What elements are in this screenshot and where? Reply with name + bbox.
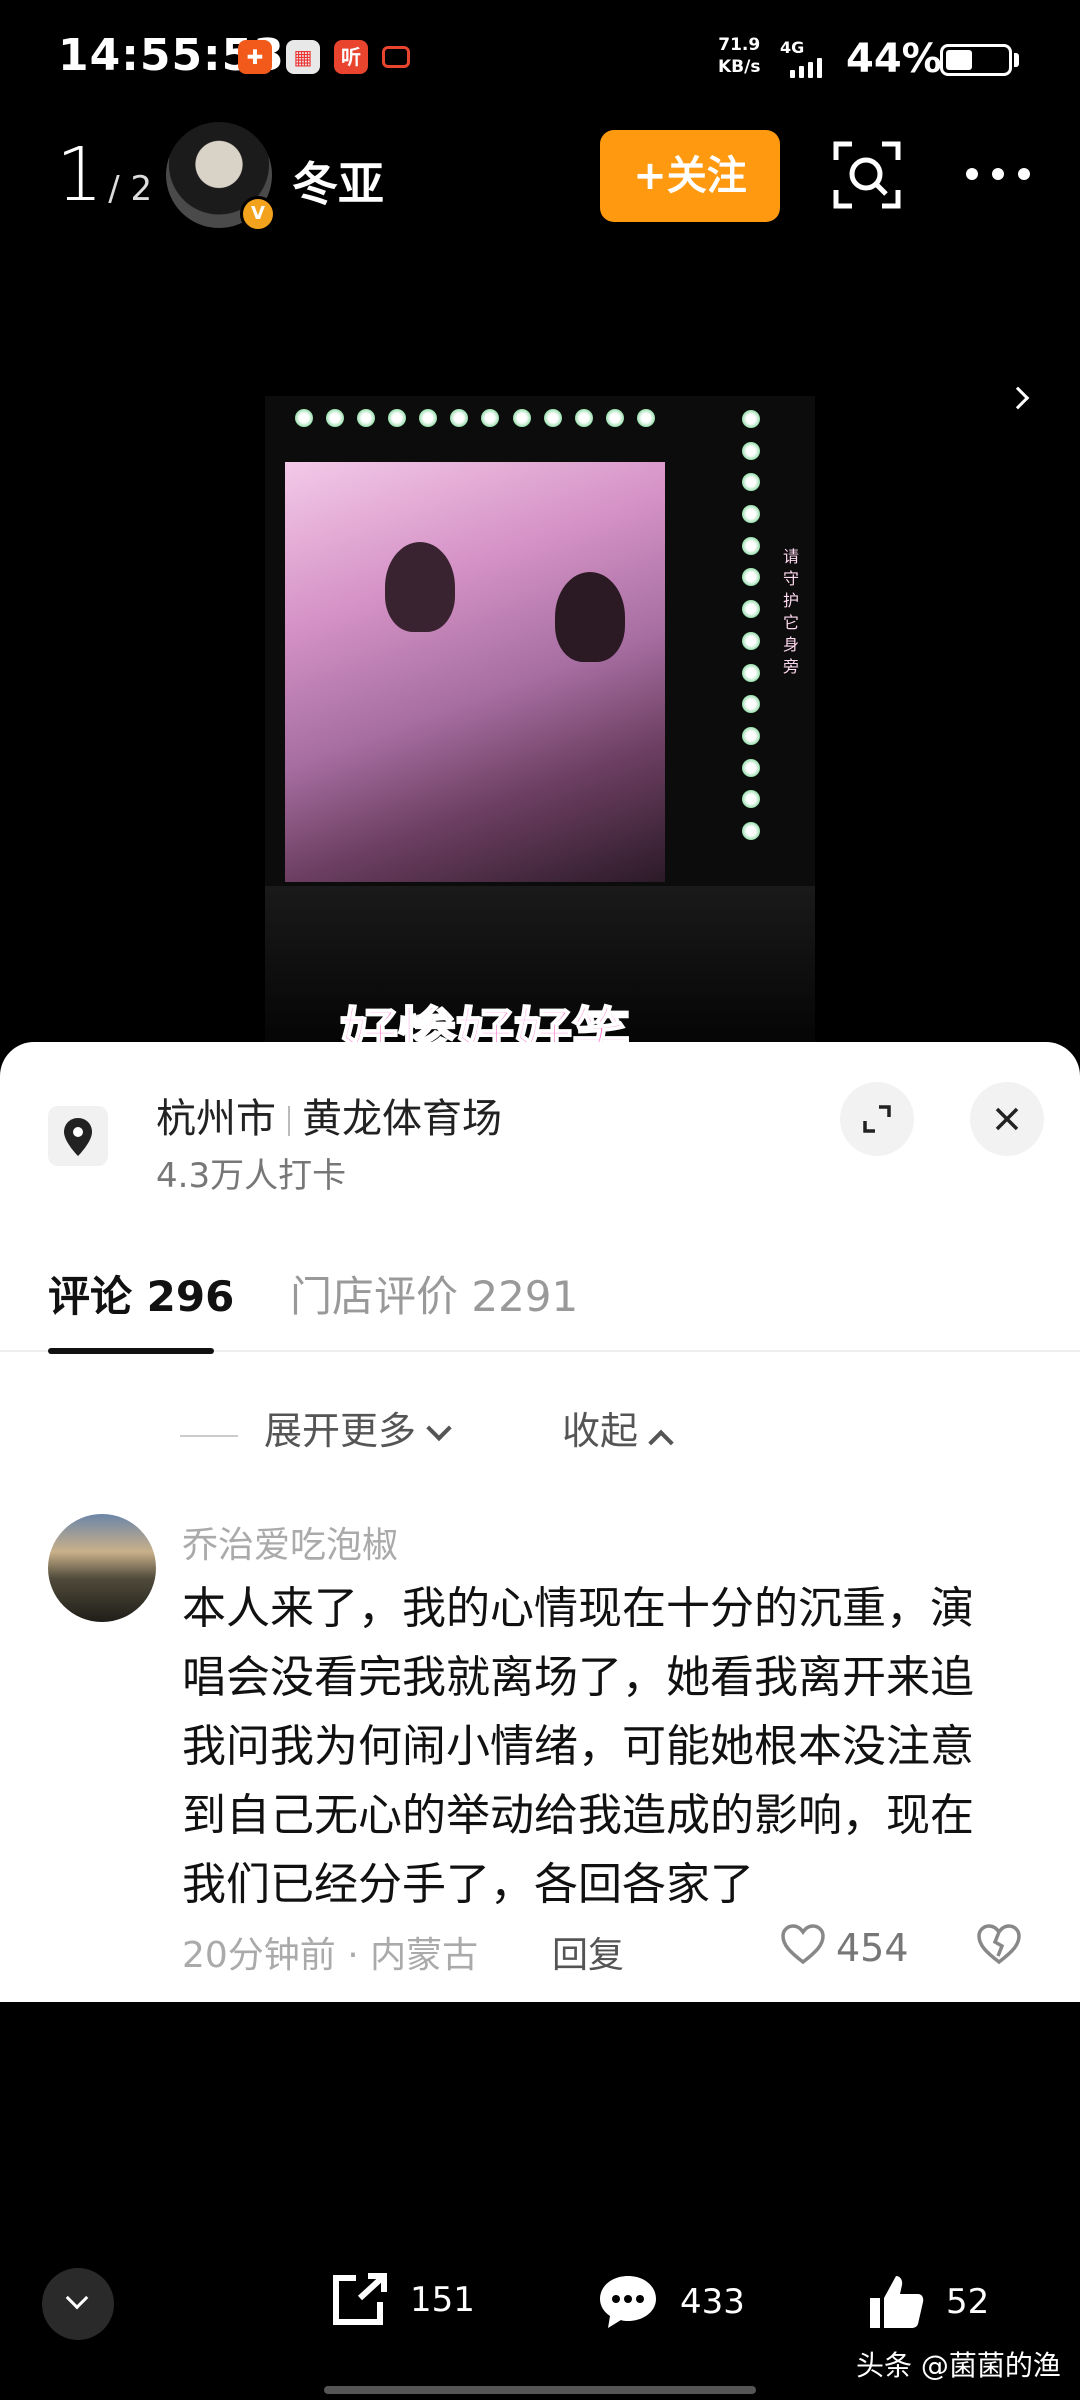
battery-level <box>946 50 973 70</box>
network-speed-unit: KB/s <box>718 57 761 77</box>
chevron-down-icon <box>426 1415 452 1441</box>
checkin-count: 4.3万人打卡 <box>156 1156 347 1196</box>
image-search-icon[interactable] <box>832 140 902 210</box>
battery-nub <box>1014 53 1019 67</box>
status-bar: 14:55:53 ✚ ▦ 听 71.9 KB/s 4G 44% <box>0 0 1080 120</box>
reply-divider <box>180 1435 238 1437</box>
comment-author[interactable]: 乔治爱吃泡椒 <box>182 1516 398 1568</box>
network-speed-value: 71.9 <box>718 35 761 55</box>
like-button[interactable]: 52 <box>866 2272 989 2332</box>
collapse-replies-button[interactable]: 收起 <box>562 1400 674 1455</box>
share-count: 151 <box>410 2280 475 2320</box>
thumbs-up-icon <box>870 2276 924 2328</box>
location-sheet: 杭州市 黄龙体育场 4.3万人打卡 评论 296 门店评价 2291 展开更多 收… <box>0 1042 1080 2002</box>
tab-bar: 评论 296 门店评价 2291 <box>0 1242 1080 1354</box>
battery-icon <box>940 44 1012 76</box>
signal-icon <box>790 56 822 78</box>
listen-icon: 听 <box>334 40 368 74</box>
verified-badge: V <box>240 196 276 232</box>
location-pin-icon <box>48 1106 108 1166</box>
status-app-icons: ✚ ▦ 听 <box>238 40 410 74</box>
comment-icon <box>600 2276 656 2328</box>
chevron-down-icon <box>65 2286 89 2310</box>
location-city: 杭州市 <box>156 1096 276 1142</box>
tab-store-reviews[interactable]: 门店评价 2291 <box>290 1242 578 1352</box>
shopping-icon: ✚ <box>238 40 272 74</box>
big-screen-image <box>285 462 665 882</box>
location-venue: 黄龙体育场 <box>302 1096 502 1142</box>
screen-side-caption: 请守护它身旁 <box>783 547 800 676</box>
concert-photo[interactable]: 请守护它身旁 <box>265 396 815 1042</box>
page-total: / 2 <box>108 169 153 209</box>
network-speed: 71.9 KB/s <box>718 34 760 78</box>
calendar-icon: ▦ <box>286 40 320 74</box>
location-divider <box>288 1106 290 1136</box>
comment-text: 本人来了，我的心情现在十分的沉重，演唱会没看完我就离场了，她看我离开来追我问我为… <box>182 1583 974 1910</box>
like-count: 52 <box>946 2282 990 2322</box>
tab-comments-label: 评论 296 <box>48 1272 235 1321</box>
collapse-down-button[interactable] <box>42 2268 114 2340</box>
share-button[interactable]: 151 <box>330 2272 475 2328</box>
video-icon <box>382 46 410 68</box>
active-tab-indicator <box>48 1348 214 1354</box>
watermark: 头条 @菌菌的渔 <box>856 2349 1061 2382</box>
comment-avatar[interactable] <box>48 1514 156 1622</box>
stage-lights-top <box>295 406 655 430</box>
close-button[interactable] <box>970 1082 1044 1156</box>
expand-button[interactable] <box>840 1082 914 1156</box>
reply-button[interactable]: 回复 <box>552 1926 624 1978</box>
share-icon <box>333 2273 387 2325</box>
home-indicator[interactable] <box>324 2386 756 2394</box>
comment-count: 433 <box>680 2282 745 2322</box>
chevron-up-icon <box>648 1429 674 1455</box>
page-current: 1 <box>56 132 104 218</box>
stage-lights-side <box>739 410 763 840</box>
broken-heart-icon[interactable] <box>976 1924 1022 1970</box>
chevron-icon <box>1006 386 1030 410</box>
more-options-icon[interactable] <box>966 168 1030 180</box>
expand-more-replies-button[interactable]: 展开更多 <box>264 1400 452 1455</box>
author-name[interactable]: 冬亚 <box>292 148 384 214</box>
comment-like-count: 454 <box>836 1926 909 1970</box>
expand-more-label: 展开更多 <box>264 1409 417 1453</box>
collapse-label: 收起 <box>562 1409 639 1453</box>
heart-icon[interactable] <box>780 1924 826 1970</box>
page-counter: 1 / 2 <box>56 132 152 218</box>
tab-comments[interactable]: 评论 296 <box>48 1242 235 1354</box>
comment-meta: 20分钟前 · 内蒙古 <box>182 1935 479 1976</box>
network-type: 4G <box>780 38 805 57</box>
location-title[interactable]: 杭州市 黄龙体育场 <box>156 1086 502 1144</box>
tab-reviews-label: 门店评价 2291 <box>290 1272 579 1321</box>
comment-button[interactable]: 433 <box>596 2272 745 2332</box>
battery-percent: 44% <box>846 36 942 82</box>
follow-button[interactable]: +关注 <box>600 130 780 222</box>
